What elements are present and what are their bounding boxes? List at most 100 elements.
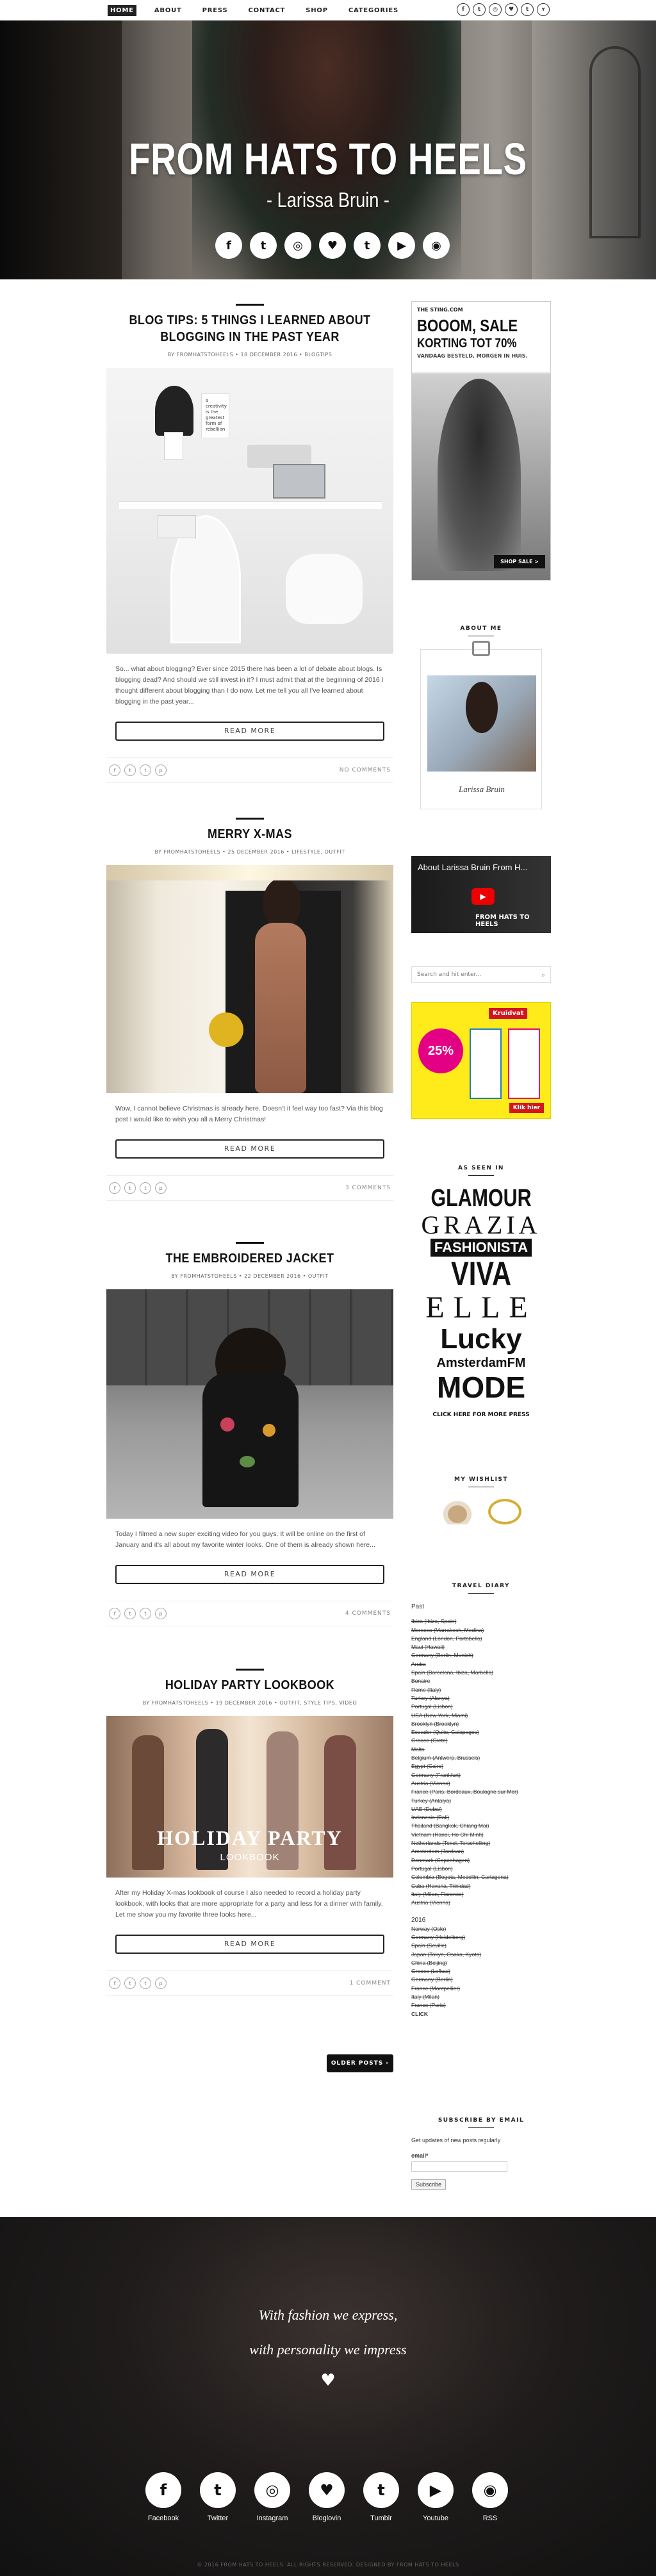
play-icon[interactable]: ▶ xyxy=(472,888,495,905)
wishlist-bracelet[interactable] xyxy=(488,1499,521,1524)
youtube-icon[interactable]: ʏ xyxy=(537,3,550,16)
diary-click-link[interactable]: CLICK xyxy=(411,2010,551,2019)
share-facebook-icon[interactable]: f xyxy=(109,1608,120,1619)
ad-kruidvat[interactable]: Kruidvat 25% Klik hier xyxy=(411,1002,551,1119)
facebook-icon[interactable]: f xyxy=(457,3,470,16)
nav-press[interactable]: PRESS xyxy=(200,5,231,16)
travel-diary-widget: TRAVEL DIARY Past Ibiza (Ibiza, Spain) Mo… xyxy=(411,1583,551,2019)
footer-link-youtube[interactable]: ▶ Youtube xyxy=(413,2472,458,2522)
share-tumblr-icon[interactable]: t xyxy=(140,1182,151,1194)
tumblr-icon[interactable]: t xyxy=(521,3,534,16)
diary-entry: Germany (Frankfurt) xyxy=(411,1771,461,1778)
share-pinterest-icon[interactable]: p xyxy=(155,1977,167,1989)
rss-icon[interactable]: ◉ xyxy=(472,2472,508,2508)
diary-entry: Portugal (Lisbon) xyxy=(411,1865,453,1872)
instagram-icon[interactable]: ◎ xyxy=(284,232,311,259)
share-tumblr-icon[interactable]: t xyxy=(140,1608,151,1619)
nav-categories[interactable]: CATEGORIES xyxy=(346,5,401,16)
subscribe-button[interactable]: Subscribe xyxy=(411,2179,447,2190)
read-more-button[interactable]: READ MORE xyxy=(115,1935,384,1954)
post-title[interactable]: HOLIDAY PARTY LOOKBOOK xyxy=(120,1677,379,1694)
share-facebook-icon[interactable]: f xyxy=(109,764,120,776)
video-widget[interactable]: About Larissa Bruin From H... ▶ FROM HAT… xyxy=(411,856,551,933)
search-input[interactable] xyxy=(412,967,527,982)
post-footer: fttp NO COMMENTS xyxy=(106,757,393,783)
share-facebook-icon[interactable]: f xyxy=(109,1977,120,1989)
post-title[interactable]: THE EMBROIDERED JACKET xyxy=(120,1250,379,1267)
twitter-icon[interactable]: t xyxy=(473,3,486,16)
share-pinterest-icon[interactable]: p xyxy=(155,1182,167,1194)
logo-fashionista: FASHIONISTA xyxy=(430,1239,532,1257)
read-more-button[interactable]: READ MORE xyxy=(115,1139,384,1159)
diary-entry: Italy (Milan) xyxy=(411,1994,439,2001)
post-title[interactable]: MERRY X-MAS xyxy=(120,826,379,843)
share-tumblr-icon[interactable]: t xyxy=(140,1977,151,1989)
ad-brand: Kruidvat xyxy=(489,1008,528,1019)
share-pinterest-icon[interactable]: p xyxy=(155,764,167,776)
nav-about[interactable]: ABOUT xyxy=(152,5,184,16)
post-image[interactable]: a creativity is the greatest form of reb… xyxy=(106,368,393,654)
site-title[interactable]: FROM HATS TO HEELS xyxy=(72,133,584,185)
read-more-button[interactable]: READ MORE xyxy=(115,1565,384,1584)
diary-entry: Indonesia (Bali) xyxy=(411,1814,450,1821)
diary-entry: Japan (Tokyo, Osaka, Kyoto) xyxy=(411,1951,482,1958)
footer-link-tumblr[interactable]: t Tumblr xyxy=(359,2472,404,2522)
twitter-icon[interactable]: t xyxy=(200,2472,236,2508)
share-tumblr-icon[interactable]: t xyxy=(140,764,151,776)
share-twitter-icon[interactable]: t xyxy=(124,1608,136,1619)
diary-entry: Spain (Seville) xyxy=(411,1942,447,1949)
share-facebook-icon[interactable]: f xyxy=(109,1182,120,1194)
share-pinterest-icon[interactable]: p xyxy=(155,1608,167,1619)
older-posts-button[interactable]: OLDER POSTS › xyxy=(327,2054,393,2072)
tumblr-icon[interactable]: t xyxy=(354,232,381,259)
ad-cta[interactable]: Klik hier xyxy=(509,1103,544,1113)
email-field[interactable] xyxy=(411,2161,507,2172)
tumblr-icon[interactable]: t xyxy=(363,2472,399,2508)
ad-thesting[interactable]: THE STING.COM BOOOM, SALE KORTING TOT 70… xyxy=(411,301,551,581)
post-image[interactable] xyxy=(106,1289,393,1519)
more-press-link[interactable]: CLICK HERE FOR MORE PRESS xyxy=(411,1412,551,1418)
comments-link[interactable]: 4 COMMENTS xyxy=(345,1610,391,1617)
nav-home[interactable]: HOME xyxy=(108,4,136,16)
twitter-icon[interactable]: t xyxy=(250,232,277,259)
instagram-icon[interactable]: ◎ xyxy=(254,2472,290,2508)
instagram-icon[interactable]: ◎ xyxy=(489,3,502,16)
facebook-icon[interactable]: f xyxy=(215,232,242,259)
footer-link-facebook[interactable]: f Facebook xyxy=(141,2472,186,2522)
post-merry-xmas: MERRY X-MAS BY FROMHATSTOHEELS • 25 DECE… xyxy=(106,818,393,1201)
footer-link-twitter[interactable]: t Twitter xyxy=(195,2472,240,2522)
bloglovin-icon[interactable]: ♥ xyxy=(309,2472,345,2508)
footer-link-instagram[interactable]: ◎ Instagram xyxy=(250,2472,295,2522)
rss-icon[interactable]: ◉ xyxy=(423,232,450,259)
post-image[interactable] xyxy=(106,865,393,1093)
wishlist-hat[interactable] xyxy=(441,1499,474,1524)
search-box[interactable]: ⌕ xyxy=(411,966,551,983)
comments-link[interactable]: NO COMMENTS xyxy=(340,767,391,773)
comments-link[interactable]: 3 COMMENTS xyxy=(345,1185,391,1191)
search-icon[interactable]: ⌕ xyxy=(541,971,545,980)
bloglovin-icon[interactable]: ♥ xyxy=(505,3,518,16)
comments-link[interactable]: 1 COMMENT xyxy=(350,1980,391,1986)
post-meta: BY FROMHATSTOHEELS • 18 DECEMBER 2016 • … xyxy=(167,352,332,358)
diary-entry: France (Paris, Bordeaux, Boulogne sur Me… xyxy=(411,1788,518,1796)
share-twitter-icon[interactable]: t xyxy=(124,1182,136,1194)
facebook-icon[interactable]: f xyxy=(145,2472,181,2508)
share-twitter-icon[interactable]: t xyxy=(124,764,136,776)
ad-cta-button[interactable]: SHOP SALE > xyxy=(494,555,545,568)
share-twitter-icon[interactable]: t xyxy=(124,1977,136,1989)
post-meta: BY FROMHATSTOHEELS • 25 DECEMBER 2016 • … xyxy=(154,849,345,855)
footer-link-rss[interactable]: ◉ RSS xyxy=(468,2472,512,2522)
read-more-button[interactable]: READ MORE xyxy=(115,722,384,741)
youtube-icon[interactable]: ▶ xyxy=(418,2472,454,2508)
youtube-icon[interactable]: ▶ xyxy=(388,232,415,259)
bloglovin-icon[interactable]: ♥ xyxy=(319,232,346,259)
diary-entry: Aruba xyxy=(411,1660,426,1667)
nav-shop[interactable]: SHOP xyxy=(303,5,331,16)
footer-link-bloglovin[interactable]: ♥ Bloglovin xyxy=(304,2472,349,2522)
footer-quote-line2: with personality we impress xyxy=(249,2341,407,2357)
nav-contact[interactable]: CONTACT xyxy=(246,5,288,16)
post-image[interactable]: HOLIDAY PARTY LOOKBOOK xyxy=(106,1716,393,1878)
diary-section-label: Past xyxy=(411,1603,425,1610)
about-photo[interactable]: Larissa Bruin xyxy=(420,641,542,809)
post-title[interactable]: BLOG TIPS: 5 THINGS I LEARNED ABOUT BLOG… xyxy=(120,312,379,345)
